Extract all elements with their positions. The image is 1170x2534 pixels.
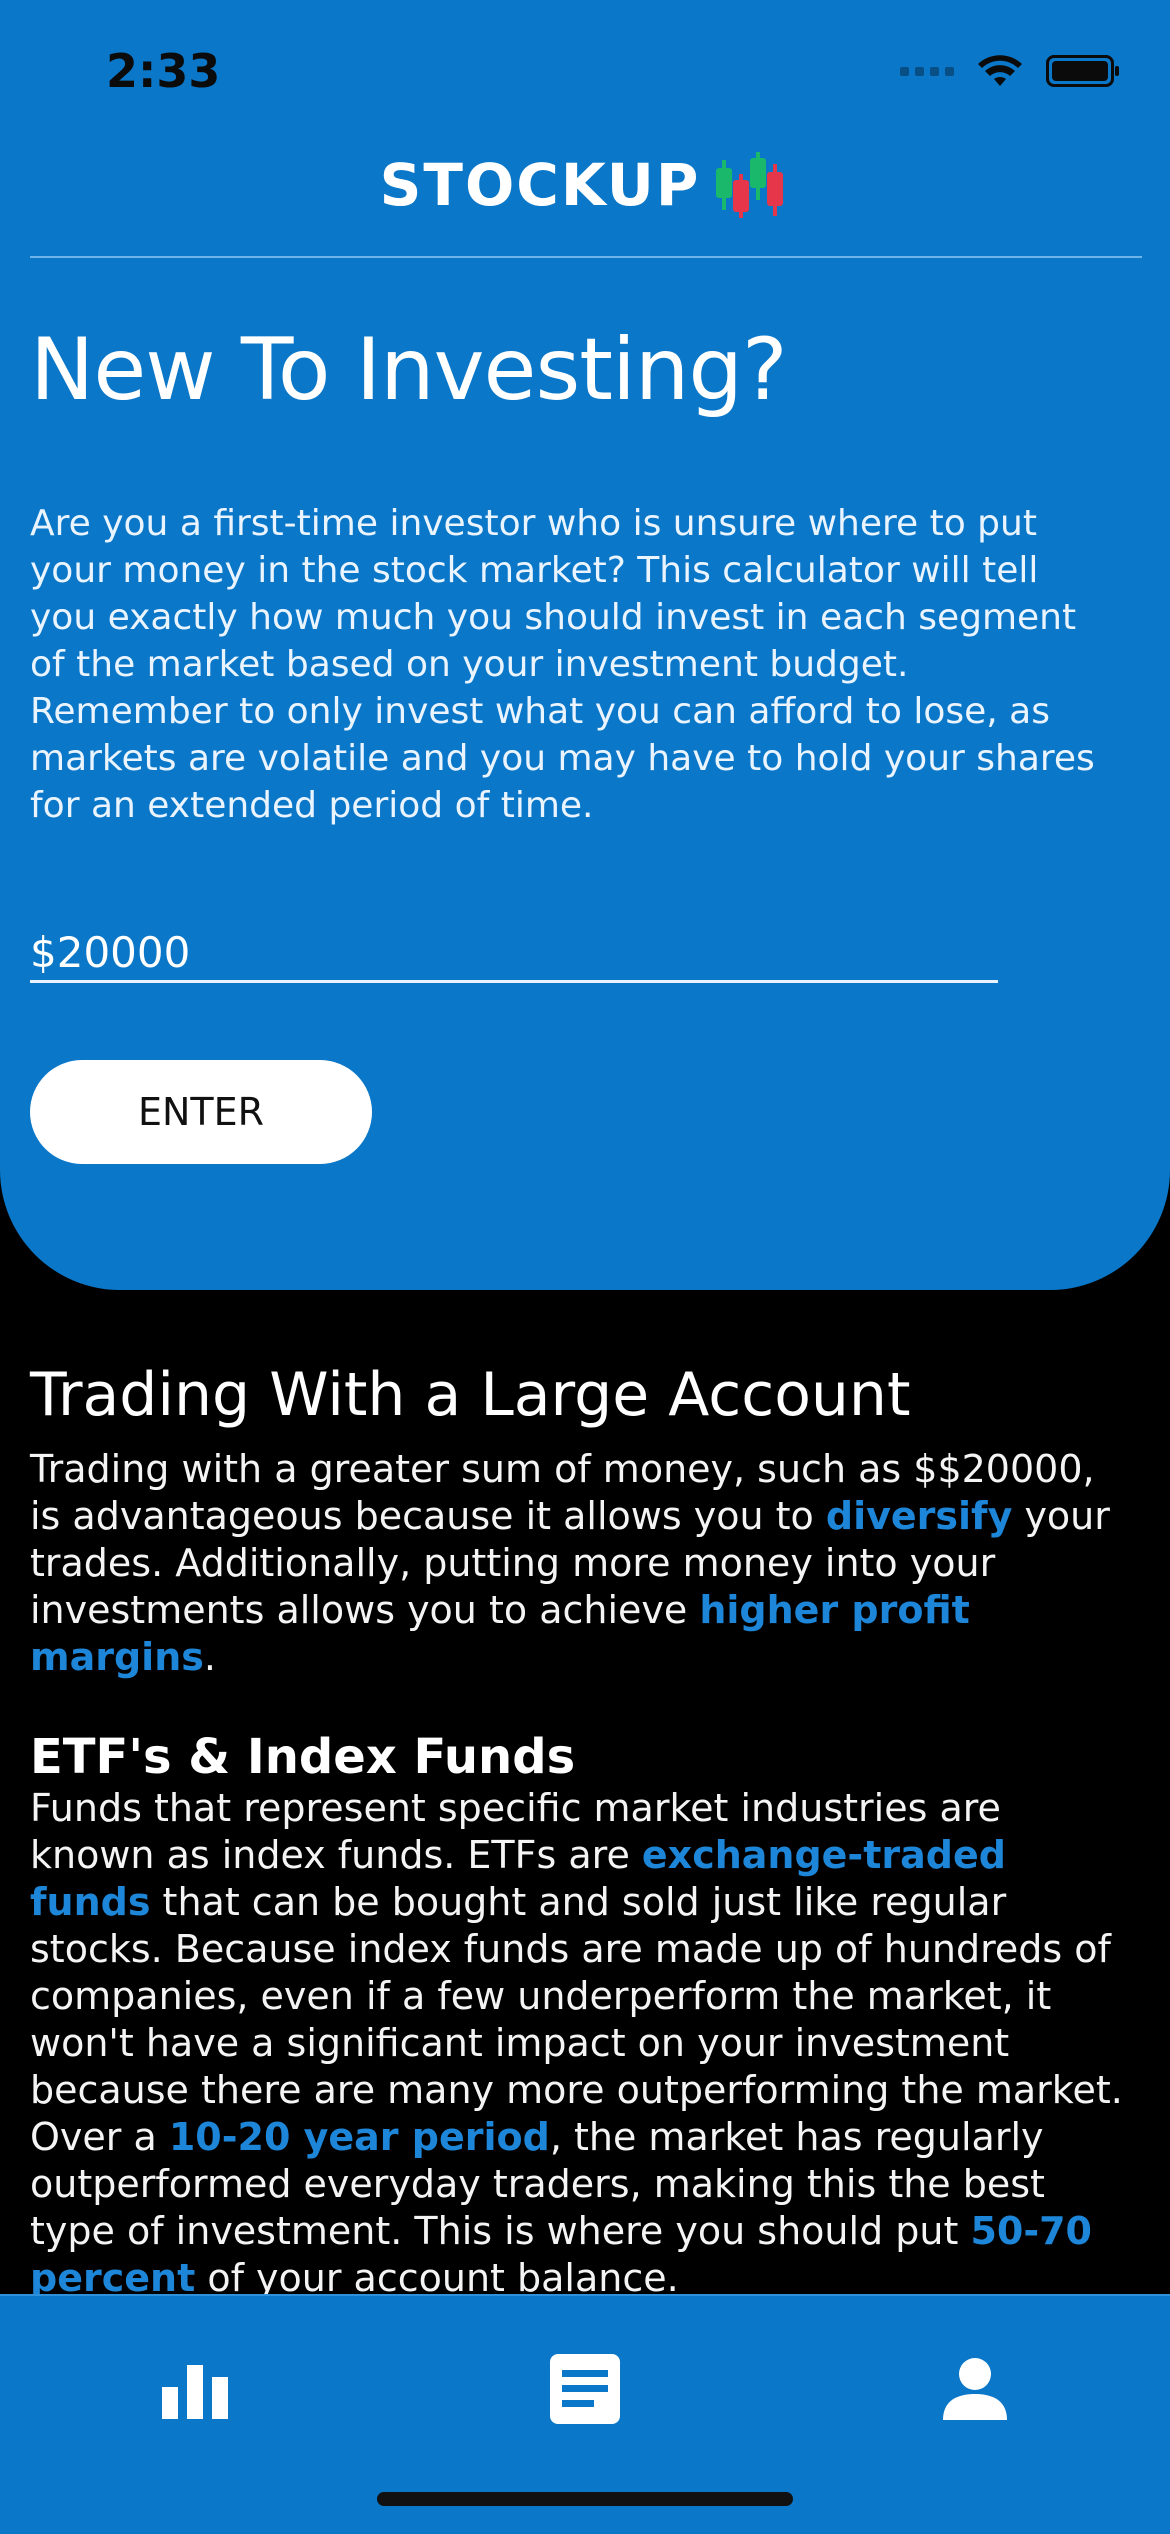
large-account-heading: Trading With a Large Account (30, 1360, 911, 1430)
etf-text: Funds that represent specific market ind… (30, 1785, 1130, 2302)
candlestick-chart-icon (716, 152, 784, 218)
large-account-text: Trading with a greater sum of money, suc… (30, 1446, 1130, 1681)
amount-input[interactable]: $20000 (30, 928, 998, 983)
hero-panel: 2:33 STOCKUP New To Investing? Are you a… (0, 0, 1170, 1290)
page-title: New To Investing? (30, 320, 788, 420)
brand-header: STOCKUP (0, 150, 1170, 220)
tab-profile[interactable] (930, 2344, 1020, 2434)
status-time: 2:33 (106, 44, 221, 98)
battery-icon (1046, 55, 1119, 87)
document-icon (550, 2354, 620, 2424)
status-icons (900, 54, 1119, 88)
enter-button[interactable]: ENTER (30, 1060, 372, 1164)
bar-chart-icon (162, 2365, 228, 2419)
home-indicator[interactable] (377, 2492, 793, 2506)
wifi-icon (978, 55, 1022, 86)
signal-dots-icon (900, 66, 954, 76)
content-section: Trading With a Large Account Trading wit… (30, 1360, 1130, 2302)
highlight-period: 10-20 year period (168, 2115, 550, 2159)
etf-heading: ETF's & Index Funds (30, 1729, 576, 1785)
tab-articles[interactable] (540, 2344, 630, 2434)
user-icon (943, 2358, 1007, 2420)
text-segment: . (203, 1635, 216, 1679)
highlight-diversify: diversify (825, 1494, 1013, 1538)
tab-charts[interactable] (150, 2344, 240, 2434)
intro-text: Are you a first-time investor who is uns… (30, 503, 1095, 826)
header-divider (30, 256, 1142, 258)
brand-name: STOCKUP (379, 151, 701, 219)
